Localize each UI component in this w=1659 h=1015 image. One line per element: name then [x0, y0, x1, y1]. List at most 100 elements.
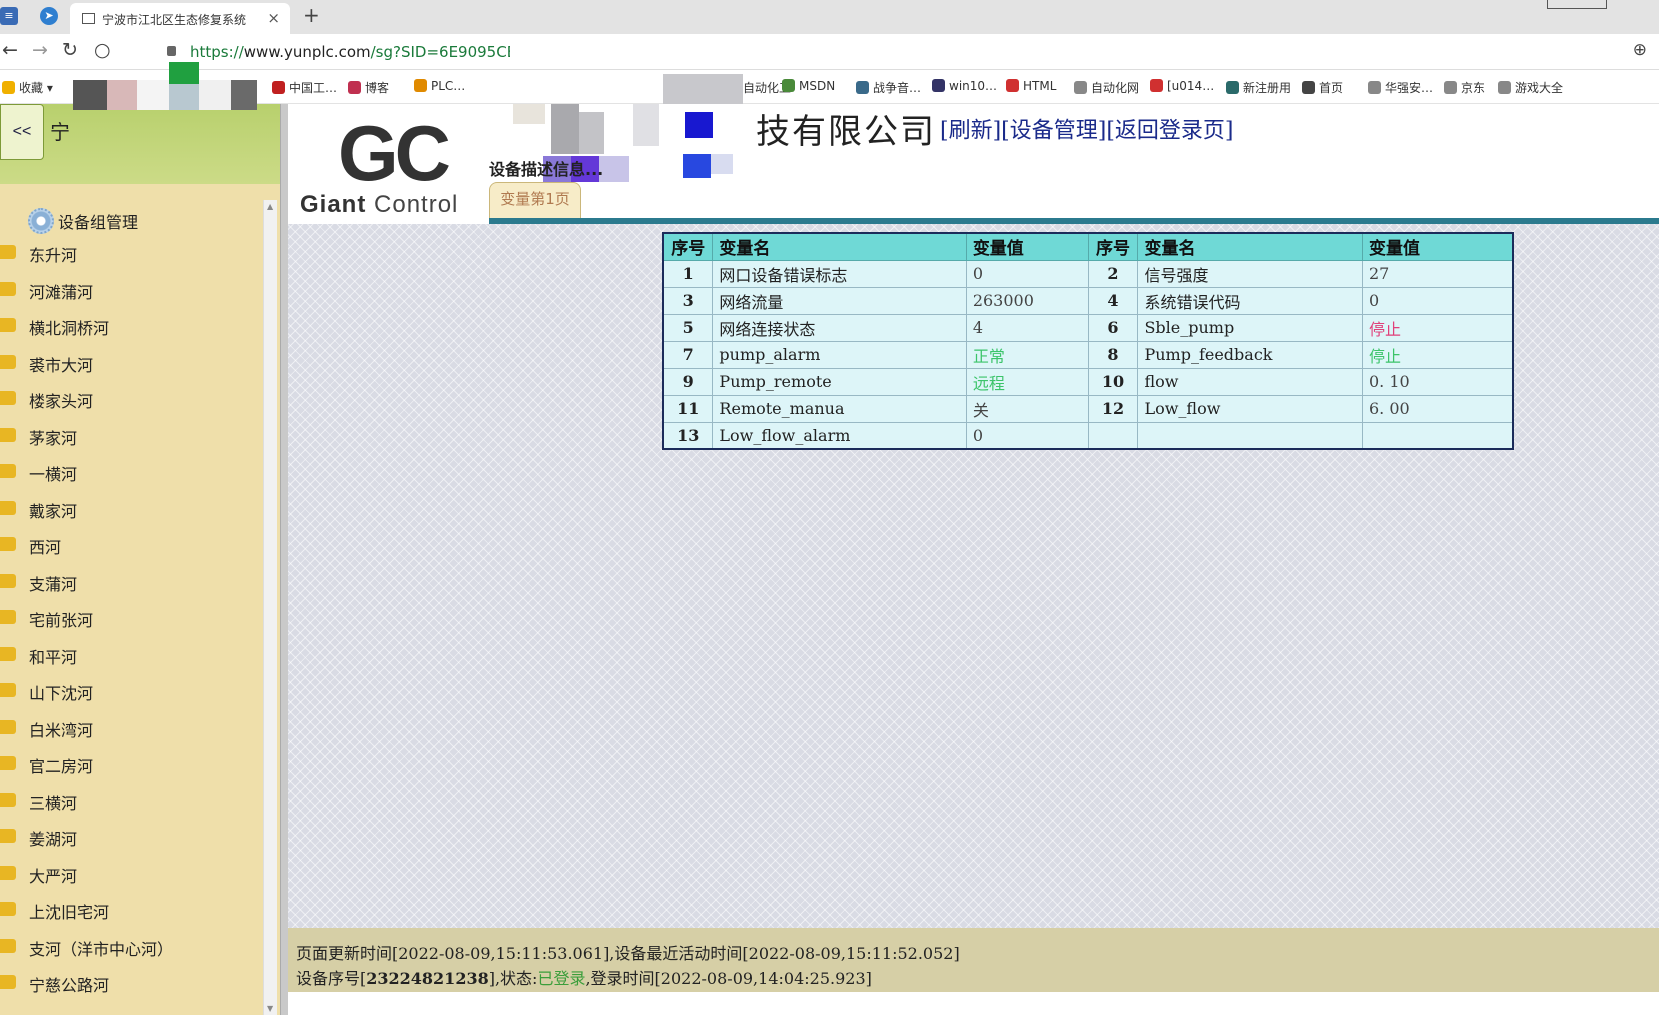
tree-item[interactable]: 大严河: [0, 856, 262, 892]
bookmark-item[interactable]: 自动化网: [1074, 79, 1139, 96]
cell-variable-value: 停止: [1361, 340, 1514, 369]
browser-tab-active[interactable]: 宁波市江北区生态修复系统 ×: [70, 3, 290, 34]
cell-variable-name: Sble_pump: [1137, 313, 1363, 342]
bookmark-icon: [1302, 81, 1315, 94]
tree-item[interactable]: 戴家河: [0, 491, 262, 527]
cell-variable-name: flow: [1137, 367, 1363, 396]
cell-index: 2: [1087, 259, 1139, 288]
tree-item[interactable]: 横北洞桥河: [0, 308, 262, 344]
tree-item[interactable]: 山下沈河: [0, 673, 262, 709]
tree-item-label: 姜湖河: [29, 830, 78, 849]
variables-table: 序号 变量名 变量值 序号 变量名 变量值 1 网口设备错误标志 0 2 信号强度 27 3…: [662, 232, 1514, 450]
forward-icon[interactable]: →: [32, 39, 48, 61]
tab-close-icon[interactable]: ×: [267, 9, 280, 27]
tree-item[interactable]: 东升河: [0, 235, 262, 271]
tree-item-label: 横北洞桥河: [29, 319, 110, 338]
bookmark-item[interactable]: HTML: [1006, 79, 1056, 93]
bookmark-item[interactable]: 华强安…: [1368, 79, 1433, 96]
cell-variable-name: 系统错误代码: [1137, 286, 1363, 315]
tree-root-device-group[interactable]: 设备组管理: [28, 208, 138, 234]
bookmark-label: 自动化网: [1091, 81, 1140, 95]
tree-item[interactable]: 官二房河: [0, 746, 262, 782]
bookmark-item[interactable]: 首页: [1302, 79, 1343, 96]
table-row: 7 pump_alarm 正常 8 Pump_feedback 停止: [662, 340, 1514, 369]
giant-control-logo: GC Giant Control: [300, 104, 480, 224]
tree-item[interactable]: 姜湖河: [0, 819, 262, 855]
tree-item[interactable]: 上沈旧宅河: [0, 892, 262, 928]
table-header-row: 序号 变量名 变量值 序号 变量名 变量值: [662, 232, 1514, 261]
tree-item[interactable]: 茅家河: [0, 418, 262, 454]
bookmark-icon: [2, 81, 15, 94]
tree-item[interactable]: 西河: [0, 527, 262, 563]
scroll-up-icon[interactable]: ▲: [267, 202, 273, 211]
tab-variables-page-1[interactable]: 变量第1页: [489, 182, 581, 220]
bookmark-item[interactable]: win10…: [932, 79, 997, 93]
bookmark-item[interactable]: MSDN: [782, 79, 835, 93]
bookmark-item[interactable]: 收藏 ▾: [2, 79, 53, 96]
tree-item-label: 官二房河: [29, 757, 94, 776]
company-name: 技有限公司: [756, 112, 936, 152]
device-management-link[interactable]: [设备管理]: [1001, 119, 1106, 144]
bookmark-item[interactable]: 京东: [1444, 79, 1485, 96]
tree-item[interactable]: 支蒲河: [0, 564, 262, 600]
tree-item[interactable]: 楼家头河: [0, 381, 262, 417]
zoom-icon[interactable]: ⊕: [1633, 40, 1647, 60]
folder-icon: [0, 573, 16, 588]
tree-item[interactable]: 一横河: [0, 454, 262, 490]
collapse-sidebar-button[interactable]: <<: [0, 104, 44, 160]
browser-menu-icon[interactable]: ≡: [0, 7, 18, 25]
folder-icon: [0, 610, 16, 624]
bookmark-item[interactable]: 新注册用: [1226, 79, 1291, 96]
sidebar-splitter[interactable]: [280, 104, 288, 1015]
bookmark-item[interactable]: 游戏大全: [1498, 79, 1563, 96]
folder-icon: [0, 427, 16, 442]
tree-item-label: 宁慈公路河: [29, 976, 110, 995]
sidebar-scrollbar[interactable]: ▲ ▼: [263, 200, 277, 1015]
bookmark-icon: [414, 79, 427, 92]
cell-variable-name: Pump_feedback: [1137, 340, 1363, 369]
tree-item[interactable]: 裘市大河: [0, 345, 262, 381]
tree-item-label: 裘市大河: [29, 355, 94, 375]
tree-item[interactable]: 白米湾河: [0, 710, 262, 746]
refresh-link[interactable]: [刷新]: [940, 119, 1001, 144]
url-field[interactable]: https://www.yunplc.com/sg?SID=6E9095CBF2…: [190, 43, 510, 61]
home-icon[interactable]: ○: [94, 39, 111, 61]
bookmark-item[interactable]: 战争音…: [856, 79, 921, 96]
cell-index: 9: [662, 367, 714, 396]
bookmark-label: HTML: [1023, 79, 1057, 93]
tree-item-label: 三横河: [29, 793, 78, 813]
tree-item[interactable]: 宁慈公路河: [0, 965, 262, 1001]
tree-item-label: 支蒲河: [29, 574, 78, 594]
tree-item[interactable]: 支河（洋市中心河）: [0, 929, 262, 965]
tree-item-label: 西河: [29, 538, 62, 557]
cell-index: 5: [662, 313, 714, 342]
tree-item-label: 河滩蒲河: [29, 282, 94, 302]
folder-icon: [0, 938, 16, 953]
bookmark-item[interactable]: PLC…: [414, 79, 465, 93]
tree-item[interactable]: 河滩蒲河: [0, 272, 262, 308]
bookmark-item[interactable]: 博客: [348, 79, 389, 96]
redacted-area: [493, 74, 753, 154]
back-to-login-link[interactable]: [返回登录页]: [1106, 119, 1233, 144]
bookmark-label: 新注册用: [1243, 81, 1292, 95]
scroll-down-icon[interactable]: ▼: [267, 1004, 273, 1013]
tree-item-label: 和平河: [29, 647, 78, 667]
cell-variable-value: 0. 10: [1361, 367, 1514, 396]
reload-icon[interactable]: ↻: [62, 39, 78, 61]
tree-item[interactable]: 和平河: [0, 637, 262, 673]
tree-item-label: 白米湾河: [29, 720, 94, 740]
back-icon[interactable]: ←: [2, 39, 18, 61]
cell-index: 6: [1087, 313, 1139, 342]
bookmark-item[interactable]: 中国工…: [272, 79, 337, 96]
window-control[interactable]: [1547, 0, 1607, 9]
bookmark-label: 华强安…: [1385, 81, 1434, 95]
cell-variable-name: pump_alarm: [712, 340, 967, 369]
tree-item[interactable]: 宅前张河: [0, 600, 262, 636]
bookmark-item[interactable]: [u014…: [1150, 79, 1214, 93]
telegram-icon[interactable]: ➤: [40, 7, 58, 25]
bookmark-icon: [932, 79, 945, 92]
new-tab-button[interactable]: +: [303, 3, 320, 27]
bookmark-label: win10…: [949, 79, 998, 93]
cell-variable-name: [1137, 421, 1363, 450]
tree-item[interactable]: 三横河: [0, 783, 262, 819]
